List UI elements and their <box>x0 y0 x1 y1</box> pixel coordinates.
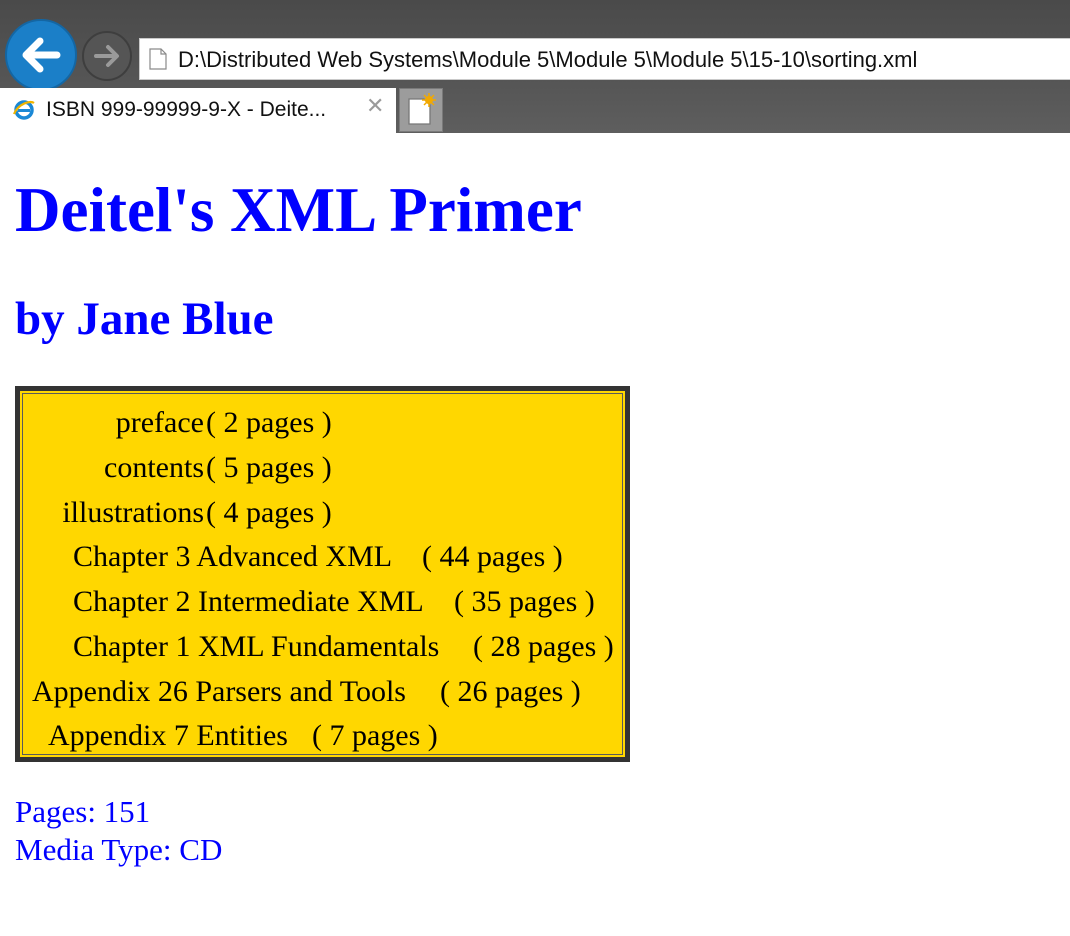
ie-icon <box>12 100 35 120</box>
media-type: Media Type: CD <box>15 832 223 867</box>
forward-button[interactable] <box>82 31 132 81</box>
page-icon <box>149 48 167 70</box>
pages-total: Pages: 151 <box>15 794 151 829</box>
toc-table: preface ( 2 pages ) contents ( 5 pages )… <box>15 386 630 762</box>
toc-item-name: Chapter 1 XML Fundamentals <box>73 630 440 663</box>
new-tab-icon <box>408 93 436 125</box>
toc-item-name: contents <box>104 451 204 484</box>
toc-item-name: Appendix 26 Parsers and Tools <box>32 675 406 708</box>
author-heading: by Jane Blue <box>15 293 274 345</box>
tab-active[interactable]: ISBN 999-99999-9-X - Deite... ✕ <box>0 88 396 133</box>
back-button[interactable] <box>5 19 77 91</box>
page-content: Deitel's XML Primer by Jane Blue preface… <box>15 133 1070 936</box>
toc-item-name: Chapter 3 Advanced XML <box>73 540 393 573</box>
toc-row: contents ( 5 pages ) <box>20 453 635 485</box>
toc-item-pages: ( 28 pages ) <box>473 630 614 663</box>
toc-row: illustrations ( 4 pages ) <box>20 498 635 530</box>
toc-row: Appendix 26 Parsers and Tools ( 26 pages… <box>32 677 632 709</box>
forward-arrow-icon <box>94 45 119 67</box>
toc-item-pages: ( 44 pages ) <box>422 540 563 573</box>
browser-toolbar: D:\Distributed Web Systems\Module 5\Modu… <box>0 0 1070 133</box>
address-url[interactable]: D:\Distributed Web Systems\Module 5\Modu… <box>178 47 917 73</box>
page-title: Deitel's XML Primer <box>15 175 582 245</box>
toc-row: Chapter 3 Advanced XML ( 44 pages ) <box>73 542 633 574</box>
toc-item-pages: ( 26 pages ) <box>440 675 581 708</box>
toc-item-pages: ( 7 pages ) <box>312 719 438 752</box>
toc-row: Chapter 1 XML Fundamentals ( 28 pages ) <box>73 632 633 664</box>
toc-row: Chapter 2 Intermediate XML ( 35 pages ) <box>73 587 633 619</box>
toc-item-pages: ( 2 pages ) <box>206 406 332 439</box>
new-tab-button[interactable] <box>399 88 443 132</box>
toc-item-name: illustrations <box>62 496 204 529</box>
toc-item-name: Chapter 2 Intermediate XML <box>73 585 424 618</box>
toc-item-pages: ( 35 pages ) <box>454 585 595 618</box>
toc-row: Appendix 7 Entities ( 7 pages ) <box>48 721 628 753</box>
book-meta: Pages: 151 Media Type: CD <box>15 793 222 869</box>
toc-item-pages: ( 4 pages ) <box>206 496 332 529</box>
toc-item-pages: ( 5 pages ) <box>206 451 332 484</box>
toc-item-name: Appendix 7 Entities <box>48 719 288 752</box>
toc-item-name: preface <box>115 406 204 439</box>
address-bar[interactable]: D:\Distributed Web Systems\Module 5\Modu… <box>139 38 1070 80</box>
tab-title: ISBN 999-99999-9-X - Deite... <box>46 98 327 121</box>
close-icon[interactable]: ✕ <box>366 94 384 119</box>
back-arrow-icon <box>22 37 61 73</box>
toc-row: preface ( 2 pages ) <box>20 408 635 440</box>
